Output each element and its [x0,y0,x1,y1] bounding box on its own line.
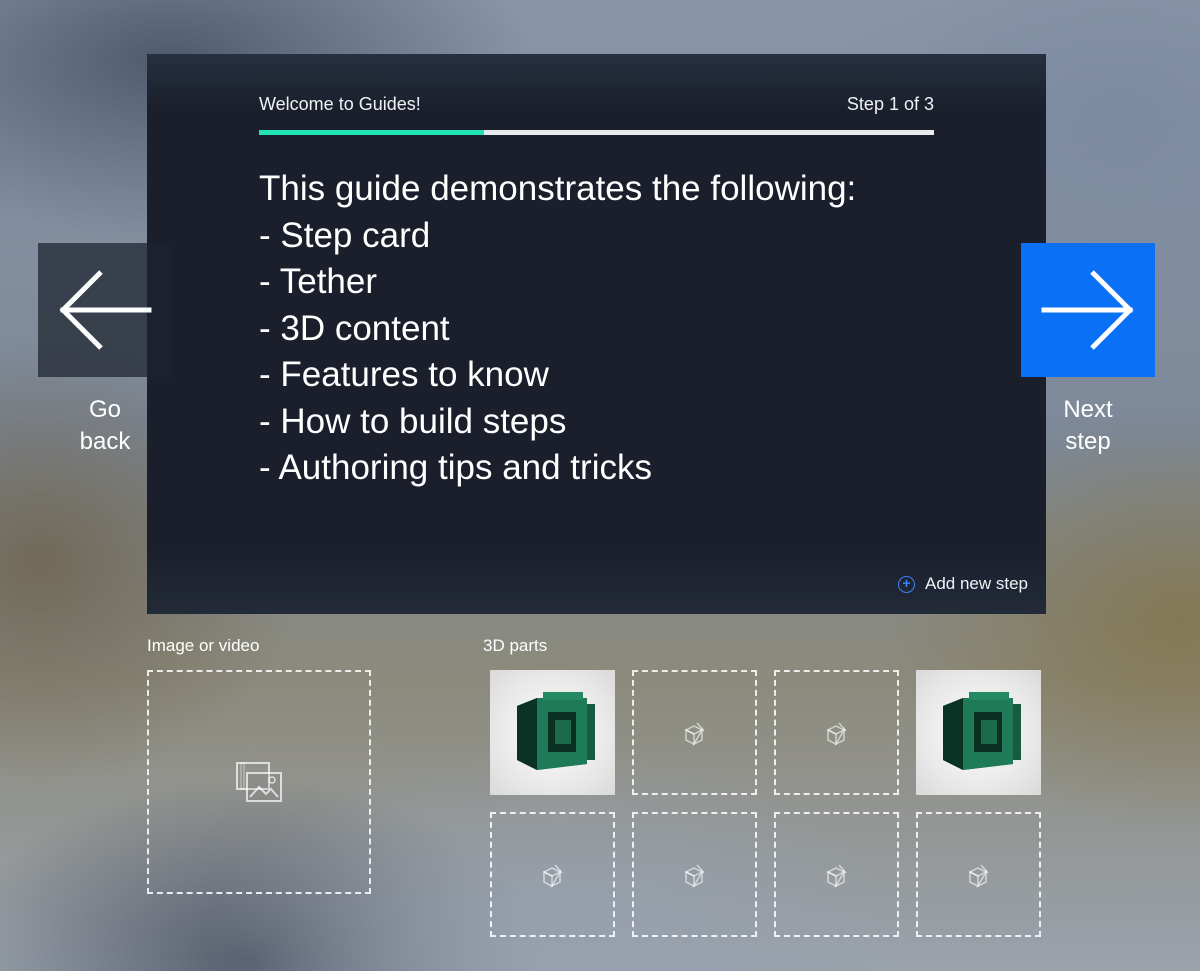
part-slot-3[interactable] [774,670,899,795]
go-back-label: Go back [38,394,172,458]
step-card: Welcome to Guides! Step 1 of 3 This guid… [147,54,1046,614]
arrow-left-icon [59,270,152,350]
3d-parts-label: 3D parts [483,636,548,655]
body-line: - Step card [259,215,431,255]
next-step-button[interactable] [1021,243,1155,377]
add-circle-icon: + [897,575,915,593]
go-back-button[interactable] [38,243,172,377]
part-slot-5[interactable] [490,812,615,937]
step-indicator: Step 1 of 3 [846,94,934,114]
part-slot-8[interactable] [916,812,1041,937]
next-step-label: Next step [1021,394,1155,458]
go-back-label-line2: back [79,428,131,455]
image-or-video-slot[interactable] [147,670,371,894]
body-line: This guide demonstrates the following: [259,169,857,208]
body-line: - Features to know [259,355,549,394]
arrow-right-icon [1041,270,1134,350]
part-slot-7[interactable] [774,812,899,937]
image-or-video-label: Image or video [147,636,260,655]
cube-icon [967,864,989,888]
body-line: - How to build steps [259,401,567,441]
next-step-label-line1: Next [1063,396,1113,423]
next-step-label-line2: step [1065,428,1111,455]
add-new-step-button[interactable]: + Add new step [897,572,1028,596]
part-slot-6[interactable] [632,812,757,937]
card-title: Welcome to Guides! [259,94,421,114]
green-bracket-model-icon [516,691,595,770]
body-line: - Authoring tips and tricks [259,448,652,487]
part-slot-4-model[interactable] [916,670,1041,795]
body-line: - Tether [259,262,378,301]
part-slot-2[interactable] [632,670,757,795]
cube-icon [825,864,847,888]
part-slot-1-model[interactable] [490,670,615,795]
body-line: - 3D content [259,308,450,348]
cube-icon [541,864,563,888]
card-body: This guide demonstrates the following: -… [259,166,899,492]
cube-icon [683,864,705,888]
go-back-label-line1: Go [88,396,121,423]
green-bracket-model-icon [942,691,1021,770]
progress-fill [259,130,484,135]
image-gallery-icon [236,762,282,802]
add-new-step-label: Add new step [924,574,1028,593]
cube-icon [825,722,847,746]
card-header: Welcome to Guides! Step 1 of 3 [259,94,934,118]
progress-bar [259,130,934,135]
cube-icon [683,722,705,746]
